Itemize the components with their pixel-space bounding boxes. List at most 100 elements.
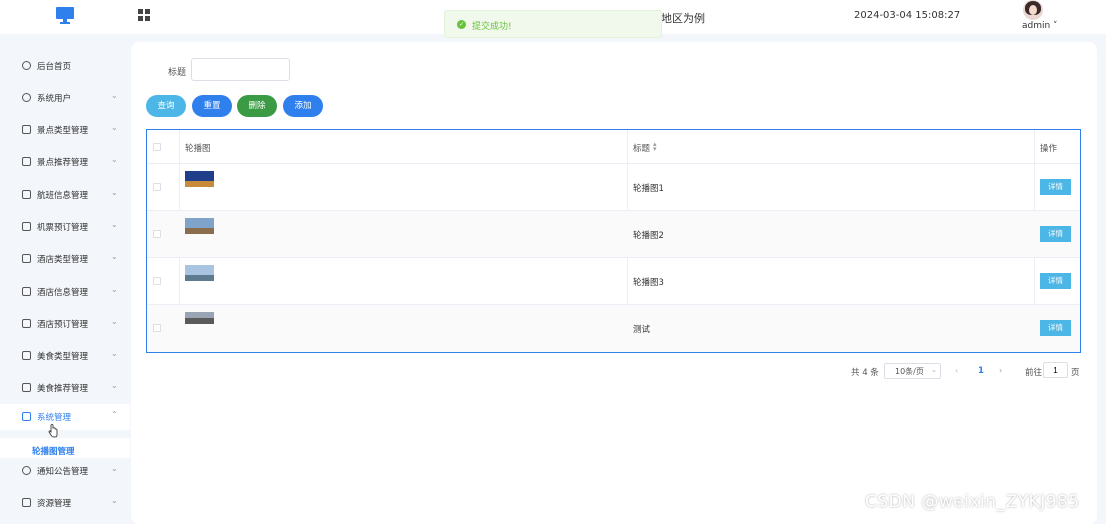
row-title: 轮播图2 (633, 231, 664, 241)
list-icon (22, 190, 31, 199)
sidebar-item-system-users[interactable]: 系统用户 ⌄ (0, 85, 130, 111)
sidebar-item-label: 后台首页 (37, 62, 72, 72)
column-header-image: 轮播图 (185, 144, 211, 154)
add-button[interactable]: 添加 (283, 95, 323, 117)
carousel-thumbnail (185, 265, 214, 281)
sidebar-item-scenic-recommend[interactable]: 景点推荐管理 ⌄ (0, 149, 130, 175)
chevron-down-icon: ⌄ (111, 220, 118, 229)
chevron-down-icon: ⌄ (111, 123, 118, 132)
chevron-down-icon: ⌄ (111, 381, 118, 390)
user-avatar[interactable] (1023, 0, 1043, 20)
chevron-down-icon: ⌄ (111, 285, 118, 294)
sidebar-item-notices[interactable]: 通知公告管理 ⌄ (0, 458, 130, 484)
success-toast: ✓ 提交成功! (444, 10, 662, 38)
list-icon (22, 254, 31, 263)
sidebar-item-flights[interactable]: 航班信息管理 ⌄ (0, 182, 130, 208)
page-size-select[interactable]: 10条/页 ⌄ (884, 363, 941, 379)
sidebar-item-home[interactable]: 后台首页 (0, 53, 130, 79)
sidebar-item-hotel-info[interactable]: 酒店信息管理 ⌄ (0, 279, 130, 305)
user-menu-dropdown[interactable]: admin ˅ (1022, 21, 1058, 31)
chevron-down-icon: ⌄ (931, 366, 937, 374)
column-header-actions: 操作 (1040, 144, 1058, 154)
search-title-input[interactable] (191, 58, 290, 81)
sidebar-item-hotel-types[interactable]: 酒店类型管理 ⌄ (0, 246, 130, 272)
sidebar-item-ticket-booking[interactable]: 机票预订管理 ⌄ (0, 214, 130, 240)
sidebar-item-label: 酒店预订管理 (37, 320, 89, 330)
column-header-title[interactable]: 标题 (633, 142, 650, 154)
row-checkbox[interactable] (153, 277, 161, 285)
next-page-icon[interactable]: › (999, 366, 1002, 375)
pagination-total: 共 4 条 (851, 368, 879, 378)
page-number-current[interactable]: 1 (978, 366, 984, 376)
delete-button[interactable]: 删除 (237, 95, 277, 117)
menu-grid-icon[interactable] (138, 9, 151, 22)
row-checkbox[interactable] (153, 230, 161, 238)
sidebar-item-system-management[interactable]: 系统管理 ⌃ (0, 404, 130, 430)
sidebar-item-label: 通知公告管理 (37, 467, 89, 477)
detail-button[interactable]: 详情 (1040, 273, 1071, 289)
row-checkbox[interactable] (153, 183, 161, 191)
sidebar-item-food-types[interactable]: 美食类型管理 ⌄ (0, 343, 130, 369)
prev-page-icon[interactable]: ‹ (955, 366, 958, 375)
success-check-icon: ✓ (457, 20, 466, 29)
sidebar-subitem-carousel[interactable]: 轮播图管理 (0, 438, 130, 458)
chevron-down-icon: ⌄ (111, 252, 118, 261)
sidebar-item-label: 资源管理 (37, 499, 72, 509)
row-checkbox[interactable] (153, 324, 161, 332)
hand-cursor-icon (48, 424, 58, 438)
list-icon (22, 383, 31, 392)
reset-button[interactable]: 重置 (192, 95, 232, 117)
carousel-thumbnail (185, 218, 214, 234)
sidebar-item-label: 机票预订管理 (37, 223, 89, 233)
header-title: 地区为例 (661, 12, 705, 25)
table-row: 测试 详情 (147, 305, 1080, 352)
sidebar-item-label: 系统管理 (37, 413, 72, 423)
query-button[interactable]: 查询 (146, 95, 186, 117)
select-all-checkbox[interactable] (153, 143, 161, 151)
sidebar-subitem-label: 轮播图管理 (32, 447, 75, 457)
sidebar-item-scenic-types[interactable]: 景点类型管理 ⌄ (0, 117, 130, 143)
table-row: 轮播图3 详情 (147, 258, 1080, 305)
page-unit-label: 页 (1071, 368, 1080, 378)
sort-caret-icon[interactable]: ▴ ▾ (653, 141, 657, 153)
carousel-thumbnail (185, 171, 214, 187)
table-row: 轮播图1 详情 (147, 164, 1080, 211)
folder-icon (22, 412, 31, 421)
carousel-thumbnail (185, 312, 214, 324)
detail-button[interactable]: 详情 (1040, 226, 1071, 242)
sidebar-item-label: 景点类型管理 (37, 126, 89, 136)
sidebar-item-label: 航班信息管理 (37, 191, 89, 201)
table-row: 轮播图2 详情 (147, 211, 1080, 258)
chevron-down-icon: ⌄ (111, 496, 118, 505)
chevron-up-icon: ⌃ (111, 410, 118, 419)
detail-button[interactable]: 详情 (1040, 320, 1071, 336)
list-icon (22, 157, 31, 166)
sidebar-item-resources[interactable]: 资源管理 ⌄ (0, 490, 130, 516)
sidebar-item-hotel-booking[interactable]: 酒店预订管理 ⌄ (0, 311, 130, 337)
row-title: 轮播图3 (633, 278, 664, 288)
sidebar-item-label: 美食类型管理 (37, 352, 89, 362)
search-title-label: 标题 (168, 68, 187, 78)
sidebar: 后台首页 系统用户 ⌄ 景点类型管理 ⌄ 景点推荐管理 ⌄ 航班信息管理 ⌄ 机… (0, 34, 130, 524)
monitor-logo-icon (56, 7, 74, 25)
sparkle-icon (22, 466, 31, 475)
chevron-down-icon: ⌄ (111, 188, 118, 197)
goto-page-input[interactable] (1043, 362, 1068, 378)
sidebar-item-label: 酒店类型管理 (37, 255, 89, 265)
sidebar-item-label: 景点推荐管理 (37, 158, 89, 168)
carousel-table: 轮播图 标题 ▴ ▾ 操作 轮播图1 详情 轮播图2 详情 轮播图3 详情 测试… (146, 129, 1081, 353)
header-datetime: 2024-03-04 15:08:27 (854, 10, 961, 21)
chevron-down-icon: ⌄ (111, 349, 118, 358)
user-icon (22, 93, 31, 102)
detail-button[interactable]: 详情 (1040, 179, 1071, 195)
watermark-text: CSDN @weixin_ZYKJ985 (865, 492, 1080, 512)
goto-label: 前往 (1025, 368, 1043, 378)
box-icon (22, 498, 31, 507)
table-header-row: 轮播图 标题 ▴ ▾ 操作 (147, 130, 1080, 164)
chevron-down-icon: ⌄ (111, 155, 118, 164)
row-title: 测试 (633, 325, 651, 335)
list-icon (22, 287, 31, 296)
sidebar-item-food-recommend[interactable]: 美食推荐管理 ⌄ (0, 375, 130, 401)
list-icon (22, 222, 31, 231)
sidebar-item-label: 系统用户 (37, 94, 72, 104)
